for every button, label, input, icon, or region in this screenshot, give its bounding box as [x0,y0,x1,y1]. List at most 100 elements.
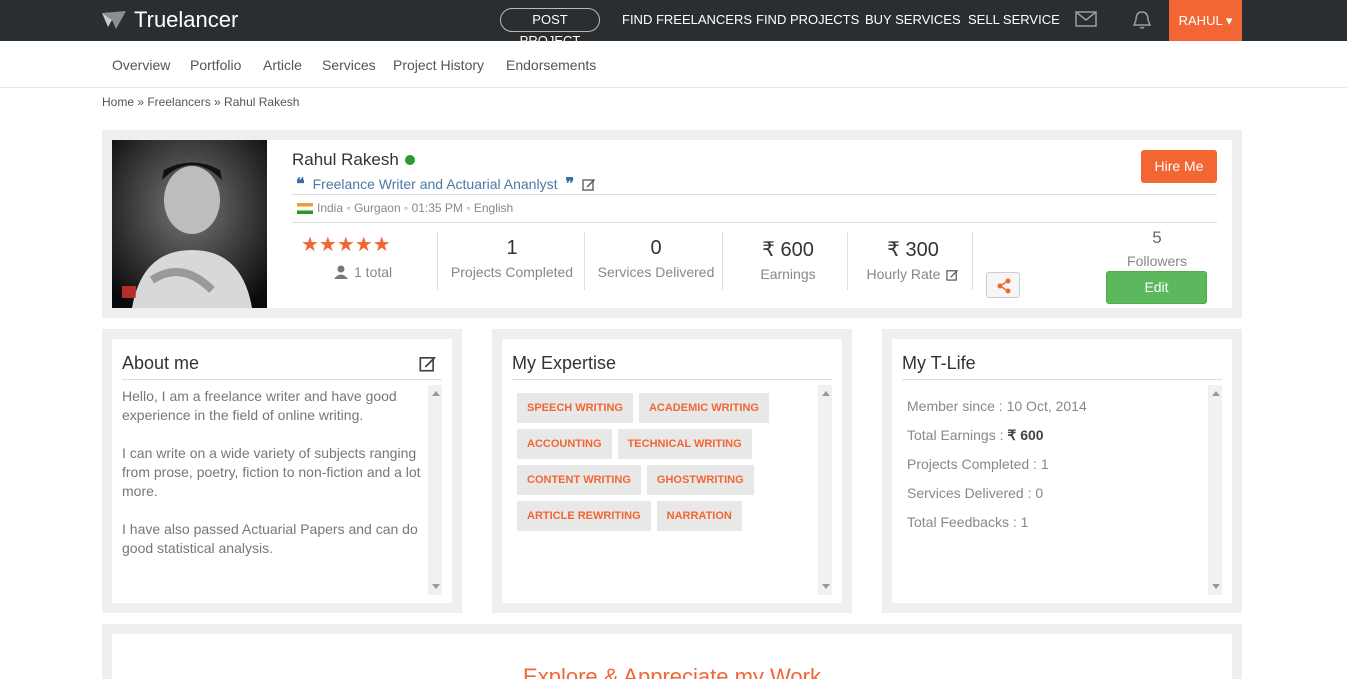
followers-count: 5 [1152,228,1162,247]
brand-name: Truelancer [134,7,239,32]
stat-hourly-rate: ₹ 300 Hourly Rate [857,237,969,282]
stat-value: 1 [506,237,518,259]
tab-article[interactable]: Article [263,57,302,73]
tlife-member-since: Member since : 10 Oct, 2014 [907,398,1087,414]
tab-services[interactable]: Services [322,57,376,73]
expertise-tag[interactable]: NARRATION [656,501,742,531]
scroll-down-icon[interactable] [432,584,440,589]
tlife-title: My T-Life [902,353,976,373]
about-panel: About me Hello, I am a freelance writer … [102,329,462,613]
mail-icon[interactable] [1075,10,1097,28]
about-paragraph: Hello, I am a freelance writer and have … [122,388,397,423]
quote-open-icon: ❝ [296,174,305,193]
photo-badge-icon [122,286,136,298]
logo-icon [102,11,126,29]
tab-endorsements[interactable]: Endorsements [506,57,596,73]
scroll-up-icon[interactable] [432,391,440,396]
expertise-tag[interactable]: ACADEMIC WRITING [638,393,769,423]
tlife-earnings: Total Earnings : ₹ 600 [907,426,1087,444]
scroll-down-icon[interactable] [822,584,830,589]
share-icon [997,278,1011,294]
nav-find-freelancers[interactable]: FIND FREELANCERS [622,12,752,27]
edit-about-icon[interactable] [419,354,437,377]
rating-total-text: 1 total [354,264,393,280]
tlife-panel-inner: My T-Life Member since : 10 Oct, 2014 To… [892,339,1232,603]
stat-label: Projects Completed [450,264,574,280]
share-button[interactable] [986,272,1020,298]
expertise-tag[interactable]: GHOSTWRITING [646,465,754,495]
expertise-tag[interactable]: CONTENT WRITING [517,465,641,495]
expertise-panel: My Expertise SPEECH WRITING ACADEMIC WRI… [492,329,852,613]
stat-services-delivered: 0 Services Delivered [592,237,720,280]
stat-divider [722,232,723,290]
stat-divider [847,232,848,290]
profile-subnav: Overview Portfolio Article Services Proj… [0,41,1347,88]
rating-total: 1 total [334,264,392,280]
stat-label: Services Delivered [597,264,715,280]
expertise-title: My Expertise [512,353,617,373]
stat-value: ₹ 300 [887,239,939,261]
stat-projects-completed: 1 Projects Completed [447,237,577,280]
about-title: About me [122,353,200,373]
scroll-up-icon[interactable] [822,391,830,396]
hire-me-button[interactable]: Hire Me [1141,150,1217,183]
divider [512,379,832,380]
about-text: Hello, I am a freelance writer and have … [122,387,422,577]
stat-divider [437,232,438,290]
profile-name-line: Rahul Rakesh [292,150,415,170]
expertise-tag[interactable]: ACCOUNTING [517,429,612,459]
profile-card: Rahul Rakesh ❝ Freelance Writer and Actu… [102,130,1242,318]
rating-stars: ★★★★★ [301,234,391,256]
stat-earnings: ₹ 600 Earnings [732,237,844,282]
edit-tagline-icon[interactable] [582,177,596,191]
about-panel-inner: About me Hello, I am a freelance writer … [112,339,452,603]
expertise-tags: SPEECH WRITING ACADEMIC WRITING ACCOUNTI… [517,393,812,531]
profile-meta: India ◦ Gurgaon ◦ 01:35 PM ◦ English [297,201,513,215]
about-paragraph: I have also passed Actuarial Papers and … [122,521,418,556]
expertise-scrollbar[interactable] [818,385,832,595]
online-status-icon [404,155,415,165]
post-project-button[interactable]: POST PROJECT [500,8,600,48]
tab-portfolio[interactable]: Portfolio [190,57,241,73]
scroll-down-icon[interactable] [1212,584,1220,589]
top-navbar: Truelancer POST PROJECT FIND FREELANCERS… [0,0,1347,48]
tlife-scrollbar[interactable] [1208,385,1222,595]
stat-value: 0 [650,237,662,259]
breadcrumb[interactable]: Home » Freelancers » Rahul Rakesh [102,95,299,109]
tab-overview[interactable]: Overview [112,57,170,73]
about-scrollbar[interactable] [428,385,442,595]
edit-profile-button[interactable]: Edit [1106,271,1207,304]
bell-icon[interactable] [1131,10,1153,29]
stat-divider [584,232,585,290]
tlife-projects: Projects Completed : 1 [907,456,1049,472]
stat-label-text: Hourly Rate [866,266,941,282]
explore-inner: Explore & Appreciate my Work [112,634,1232,679]
user-menu-button[interactable]: RAHUL ▾ [1169,0,1242,41]
tab-project-history[interactable]: Project History [393,57,484,73]
stat-value: ₹ 600 [762,239,814,261]
nav-find-projects[interactable]: FIND PROJECTS [756,12,859,27]
divider [292,222,1217,223]
nav-buy-services[interactable]: BUY SERVICES [865,12,961,27]
brand-logo[interactable]: Truelancer [102,5,238,35]
user-icon [334,265,348,279]
tlife-list: Member since : 10 Oct, 2014 Total Earnin… [907,397,1087,542]
tlife-services: Services Delivered : 0 [907,485,1044,501]
avatar [112,140,267,308]
profile-card-inner: Rahul Rakesh ❝ Freelance Writer and Actu… [112,140,1232,308]
explore-title: Explore & Appreciate my Work [523,664,821,679]
stat-label: Earnings [760,266,816,282]
expertise-tag[interactable]: SPEECH WRITING [517,393,633,423]
followers-label: Followers [1127,253,1187,269]
scroll-up-icon[interactable] [1212,391,1220,396]
profile-tagline: Freelance Writer and Actuarial Ananlyst [312,175,558,192]
expertise-tag[interactable]: TECHNICAL WRITING [617,429,752,459]
expertise-tag[interactable]: ARTICLE REWRITING [517,501,651,531]
tlife-panel: My T-Life Member since : 10 Oct, 2014 To… [882,329,1242,613]
profile-tagline-row: ❝ Freelance Writer and Actuarial Ananlys… [296,174,596,193]
divider [122,379,442,380]
edit-rate-icon[interactable] [946,268,959,281]
nav-sell-service[interactable]: SELL SERVICE [968,12,1060,27]
quote-close-icon: ❞ [565,174,575,193]
about-paragraph: I can write on a wide variety of subject… [122,445,421,499]
